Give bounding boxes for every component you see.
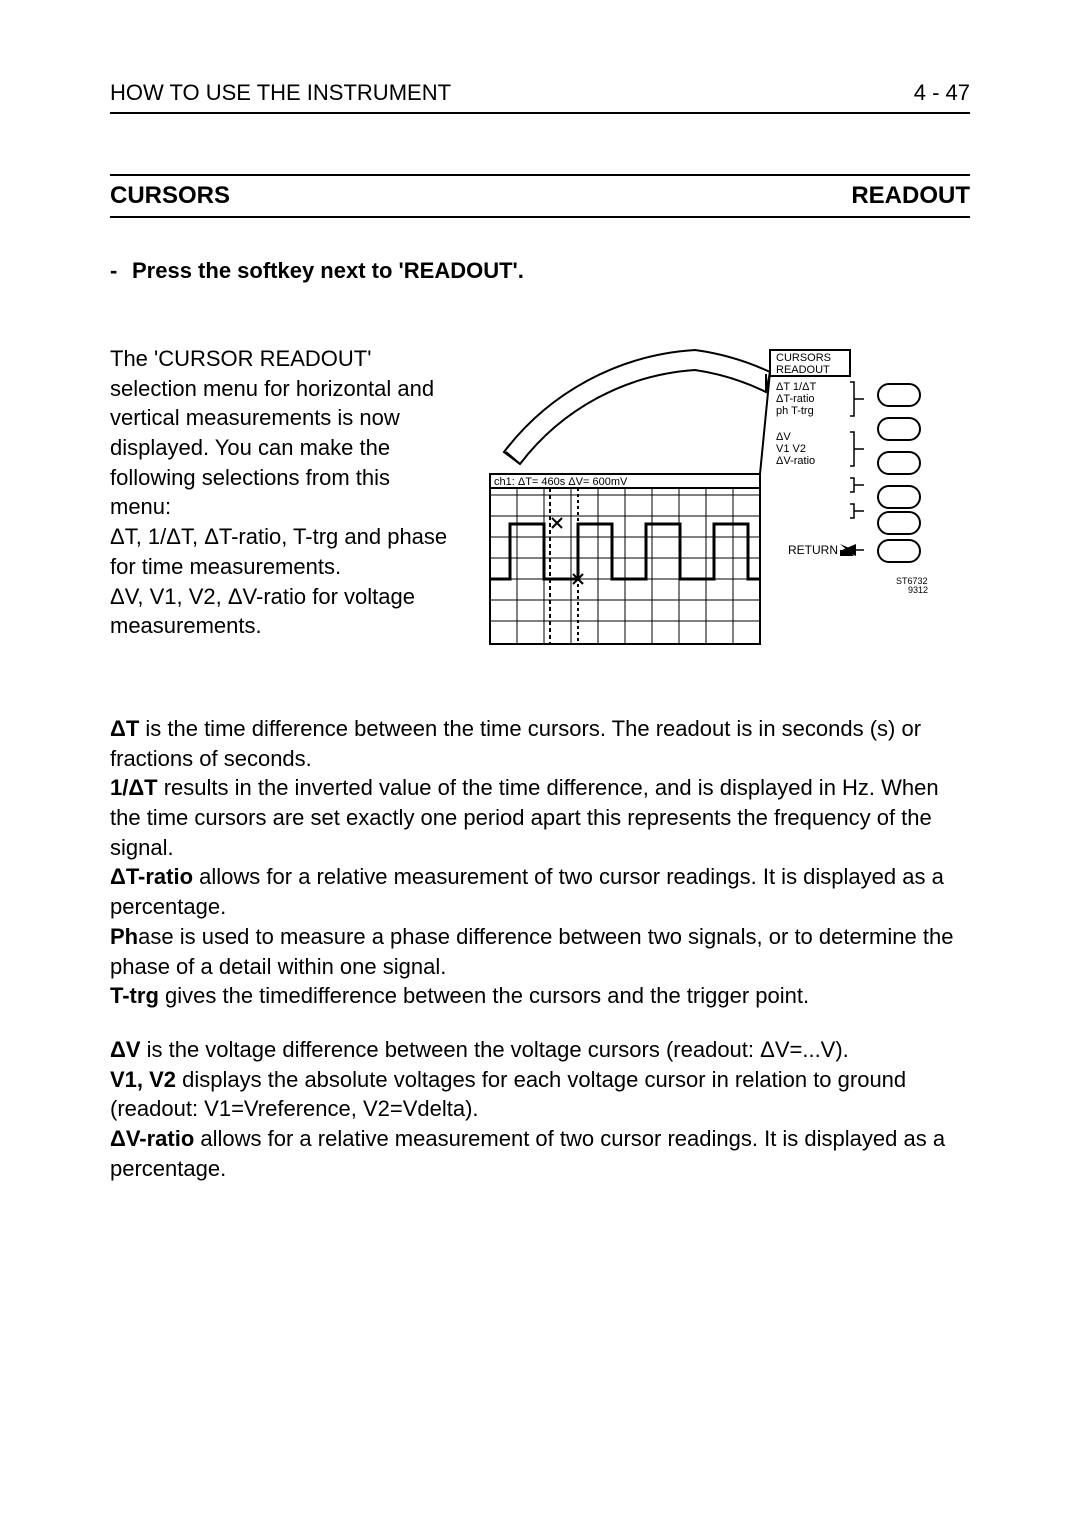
intro-l2: selection menu for horizontal and: [110, 376, 434, 401]
def-vratio-bold: ΔV-ratio: [110, 1126, 194, 1151]
menu-row-dv: ΔV: [776, 431, 791, 443]
def-phase-bold: Ph: [110, 924, 138, 949]
instruction-text: Press the softkey next to 'READOUT'.: [132, 258, 524, 283]
intro-l6: ΔT, 1/ΔT, ΔT-ratio, T-trg and phase: [110, 524, 447, 549]
def-dt-text: is the time difference between the time …: [110, 716, 921, 771]
section-left: CURSORS: [110, 182, 230, 210]
header-left: HOW TO USE THE INSTRUMENT: [110, 80, 451, 106]
menu-row-dtratio: ΔT-ratio: [776, 393, 815, 405]
intro-l5: following selections from this menu:: [110, 465, 390, 520]
menu-return-label: RETURN: [788, 543, 838, 557]
definitions: ΔT is the time difference between the ti…: [110, 714, 970, 1183]
scope-svg: ch1: ΔT= 460s ΔV= 600mV CURSORS READOUT: [470, 344, 950, 654]
def-tratio-bold: ΔT-ratio: [110, 864, 193, 889]
page: HOW TO USE THE INSTRUMENT 4 - 47 CURSORS…: [0, 0, 1080, 1529]
def-v1v2-text: displays the absolute voltages for each …: [110, 1067, 906, 1122]
page-number: 4 - 47: [914, 80, 970, 106]
scope-readout: ch1: ΔT= 460s ΔV= 600mV: [494, 476, 628, 488]
def-dt-bold: ΔT: [110, 716, 139, 741]
menu-row-v1v2: V1 V2: [776, 443, 806, 455]
def-ttrg-bold: T-trg: [110, 983, 159, 1008]
intro-paragraph: The 'CURSOR READOUT' selection menu for …: [110, 344, 450, 641]
diagram-ref-2: 9312: [908, 585, 928, 595]
scope-diagram: ch1: ΔT= 460s ΔV= 600mV CURSORS READOUT: [450, 344, 970, 654]
def-v1v2-bold: V1, V2: [110, 1067, 176, 1092]
intro-l1: The 'CURSOR READOUT': [110, 346, 371, 371]
def-dv-text: is the voltage difference between the vo…: [141, 1037, 849, 1062]
intro-l3: vertical measurements is now: [110, 405, 400, 430]
instruction-line: -Press the softkey next to 'READOUT'.: [110, 258, 970, 284]
def-invdt-text: results in the inverted value of the tim…: [110, 775, 939, 859]
def-tratio-text: allows for a relative measurement of two…: [110, 864, 944, 919]
menu-row-ph: ph T-trg: [776, 405, 814, 417]
def-phase-text: ase is used to measure a phase differenc…: [110, 924, 953, 979]
section-right: READOUT: [851, 182, 970, 210]
section-header: CURSORS READOUT: [110, 174, 970, 218]
intro-l8: ΔV, V1, V2, ΔV-ratio for voltage: [110, 584, 415, 609]
def-invdt-bold: 1/ΔT: [110, 775, 158, 800]
softkey-buttons: [878, 384, 920, 562]
def-vratio-text: allows for a relative measurement of two…: [110, 1126, 945, 1181]
menu-row-dvratio: ΔV-ratio: [776, 455, 815, 467]
intro-l7: for time measurements.: [110, 554, 341, 579]
menu-title-1: CURSORS: [776, 352, 831, 364]
def-dv-bold: ΔV: [110, 1037, 141, 1062]
menu-title-2: READOUT: [776, 364, 830, 376]
page-header: HOW TO USE THE INSTRUMENT 4 - 47: [110, 80, 970, 114]
intro-l4: displayed. You can make the: [110, 435, 390, 460]
def-ttrg-text: gives the timedifference between the cur…: [159, 983, 809, 1008]
intro-l9: measurements.: [110, 613, 262, 638]
menu-row-dt: ΔT 1/ΔT: [776, 381, 816, 393]
